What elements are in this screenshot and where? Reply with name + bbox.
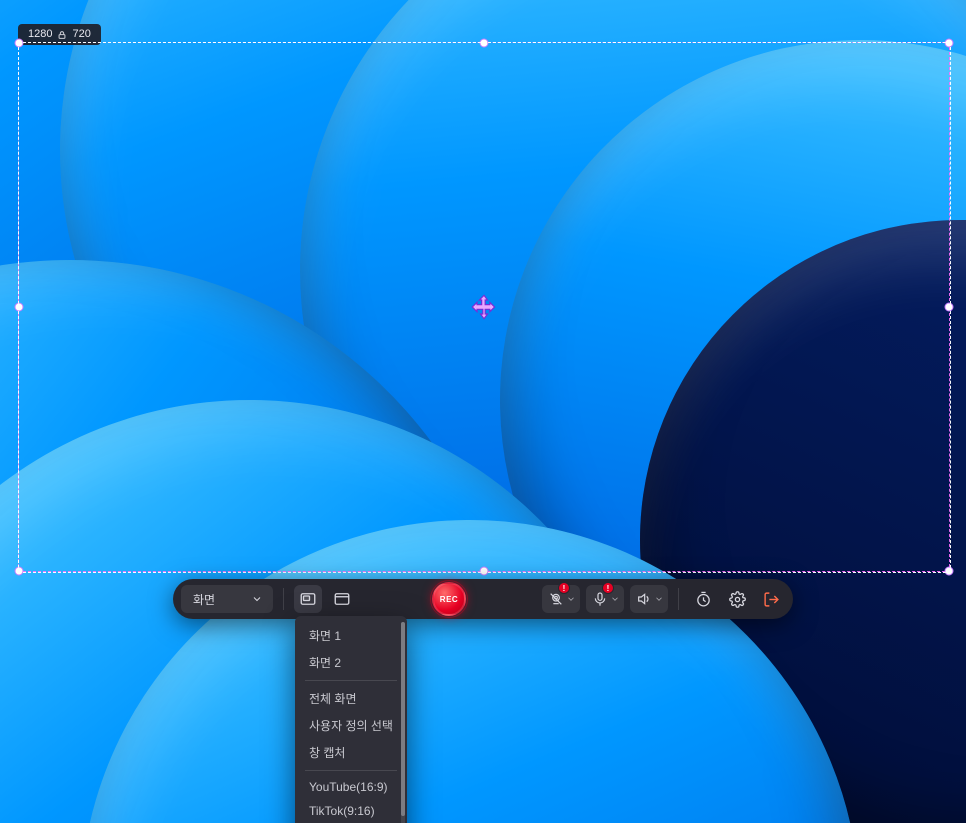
chevron-down-icon (566, 594, 576, 604)
exit-button[interactable] (757, 585, 785, 613)
chevron-down-icon (610, 594, 620, 604)
record-button[interactable]: REC (432, 582, 466, 616)
dropdown-item-screen-1[interactable]: 화면 1 (297, 622, 405, 649)
selection-height-value[interactable]: 720 (68, 27, 94, 42)
selection-size-badge[interactable]: 1280 720 (18, 24, 101, 45)
dropdown-item-custom[interactable]: 사용자 정의 선택 (297, 712, 405, 739)
chevron-down-icon (251, 593, 263, 605)
resize-handle-bottom-left[interactable] (15, 567, 24, 576)
resize-handle-right[interactable] (945, 303, 954, 312)
microphone-toggle[interactable]: ! (586, 585, 624, 613)
exit-icon (763, 591, 780, 608)
speaker-icon (636, 591, 652, 607)
record-button-label: REC (440, 595, 458, 604)
desktop-wallpaper (0, 0, 966, 823)
gear-icon (729, 591, 746, 608)
chevron-down-icon (654, 594, 664, 604)
timer-button[interactable] (689, 585, 717, 613)
recorder-toolbar: 화면 REC (173, 579, 793, 619)
selection-width-value[interactable]: 1280 (24, 27, 56, 42)
resize-handle-bottom[interactable] (480, 567, 489, 576)
region-select-icon (299, 590, 317, 608)
dropdown-divider (305, 770, 397, 771)
system-audio-toggle[interactable] (630, 585, 668, 613)
resize-handle-top[interactable] (480, 39, 489, 48)
source-select[interactable]: 화면 (181, 585, 273, 613)
region-preset-dropdown: 화면 1 화면 2 전체 화면 사용자 정의 선택 창 캡처 YouTube(1… (295, 616, 407, 823)
window-select-button[interactable] (328, 585, 356, 613)
microphone-alert-badge: ! (602, 582, 614, 594)
timer-icon (695, 591, 712, 608)
dropdown-item-youtube[interactable]: YouTube(16:9) (297, 775, 405, 799)
dropdown-item-fullscreen[interactable]: 전체 화면 (297, 685, 405, 712)
dropdown-item-tiktok[interactable]: TikTok(9:16) (297, 799, 405, 823)
webcam-toggle[interactable]: ! (542, 585, 580, 613)
resize-handle-left[interactable] (15, 303, 24, 312)
dropdown-scrollbar[interactable] (401, 622, 405, 823)
source-select-label: 화면 (193, 591, 215, 608)
dropdown-divider (305, 680, 397, 681)
dropdown-item-window-capture[interactable]: 창 캡처 (297, 739, 405, 766)
separator (678, 588, 679, 610)
region-select-button[interactable] (294, 585, 322, 613)
dropdown-item-screen-2[interactable]: 화면 2 (297, 649, 405, 676)
lock-aspect-icon[interactable] (56, 30, 68, 40)
webcam-alert-badge: ! (558, 582, 570, 594)
resize-handle-top-left[interactable] (15, 39, 24, 48)
resize-handle-bottom-right[interactable] (945, 567, 954, 576)
settings-button[interactable] (723, 585, 751, 613)
separator (283, 588, 284, 610)
window-icon (333, 590, 351, 608)
resize-handle-top-right[interactable] (945, 39, 954, 48)
move-region-handle[interactable] (470, 293, 498, 321)
